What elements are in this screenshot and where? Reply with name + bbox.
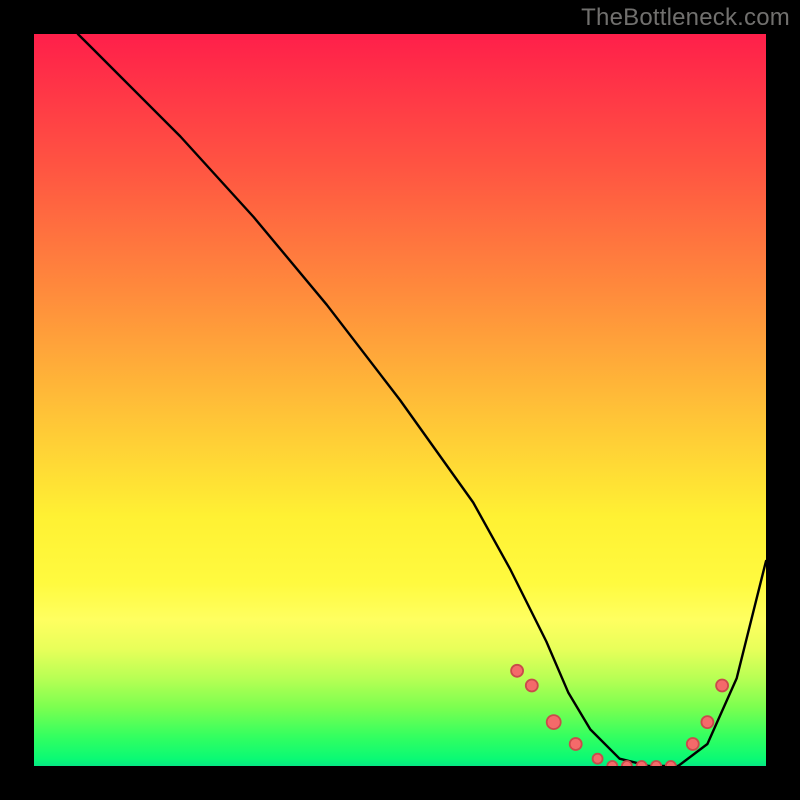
marker-dot (526, 680, 538, 692)
bottleneck-curve (78, 34, 766, 766)
marker-dot (651, 761, 661, 766)
marker-dot (687, 738, 699, 750)
chart-overlay (34, 34, 766, 766)
marker-dot (593, 754, 603, 764)
marker-dot (666, 761, 676, 766)
marker-dot (637, 761, 647, 766)
marker-dot (716, 680, 728, 692)
marker-dot (570, 738, 582, 750)
marker-dot (607, 761, 617, 766)
marker-dot (511, 665, 523, 677)
marker-dot (701, 716, 713, 728)
watermark-text: TheBottleneck.com (581, 4, 790, 32)
marker-dot (622, 761, 632, 766)
marker-group (511, 665, 728, 766)
marker-dot (547, 715, 561, 729)
chart-frame: TheBottleneck.com (0, 0, 800, 800)
